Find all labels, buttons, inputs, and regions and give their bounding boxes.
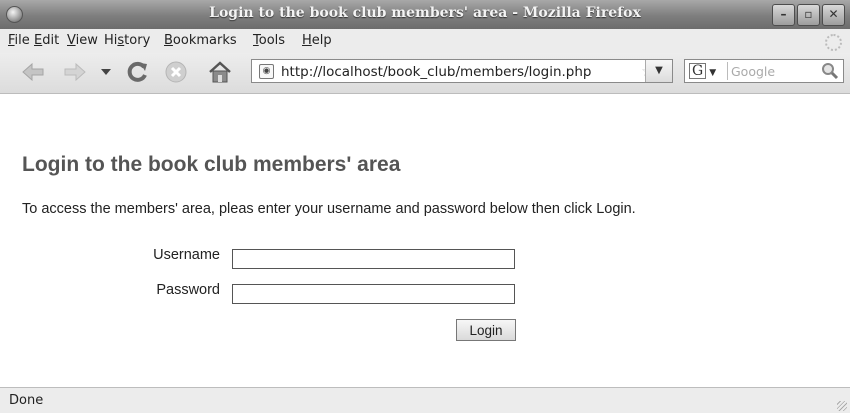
url-text[interactable]: http://localhost/book_club/members/login… [281, 64, 592, 80]
window-title: Login to the book club members' area - M… [209, 5, 641, 21]
minimize-icon: – [780, 7, 787, 21]
menu-bookmarks-accel: B [164, 33, 173, 48]
close-icon: ✕ [828, 7, 839, 21]
menu-view-rest: iew [75, 33, 98, 48]
menu-help-accel: H [302, 33, 312, 48]
menu-bookmarks[interactable]: Bookmarks [164, 33, 237, 48]
window-titlebar[interactable]: Login to the book club members' area - M… [0, 0, 850, 30]
search-engine-logo: G [689, 63, 707, 79]
status-bar: Done [0, 387, 850, 413]
back-icon [22, 63, 44, 81]
intro-text: To access the members' area, pleas enter… [22, 201, 636, 217]
search-engine-button[interactable]: G ▼ [687, 62, 728, 80]
menu-view[interactable]: View [67, 33, 98, 48]
menu-bookmarks-rest: ookmarks [172, 33, 237, 48]
forward-button[interactable] [62, 59, 88, 85]
maximize-icon: ▫ [804, 7, 813, 21]
url-bar[interactable]: ◉ http://localhost/book_club/members/log… [251, 59, 673, 83]
home-button[interactable] [207, 59, 233, 85]
username-label: Username [153, 247, 220, 263]
menu-tools[interactable]: Tools [253, 33, 285, 48]
search-bar[interactable]: G ▼ Google [684, 59, 844, 83]
stop-icon [165, 61, 187, 83]
menu-edit-rest: dit [42, 33, 60, 48]
navigation-toolbar: ◉ http://localhost/book_club/members/log… [0, 53, 850, 94]
minimize-button[interactable]: – [772, 4, 795, 26]
history-dropdown-button[interactable] [93, 59, 119, 85]
maximize-button[interactable]: ▫ [797, 4, 820, 26]
back-button[interactable] [20, 59, 46, 85]
throbber-icon [825, 34, 842, 51]
menu-file-rest: ile [14, 33, 30, 48]
resize-grip-icon[interactable] [837, 401, 847, 411]
search-input[interactable]: Google [731, 64, 775, 79]
menu-bar: File Edit View History Bookmarks Tools H… [0, 29, 850, 53]
chevron-down-icon: ▼ [655, 65, 663, 76]
menu-history-pre: Hi [104, 33, 118, 48]
password-field[interactable] [232, 284, 515, 304]
menu-edit-accel: E [34, 33, 43, 48]
magnifier-icon [822, 63, 839, 80]
menu-help-rest: elp [311, 33, 332, 48]
search-engine-dropdown-icon: ▼ [709, 68, 717, 78]
menu-history[interactable]: History [104, 33, 150, 48]
menu-help[interactable]: Help [302, 33, 332, 48]
reload-icon [127, 61, 147, 82]
url-dropdown-button[interactable]: ▼ [645, 60, 672, 82]
menu-view-accel: V [67, 33, 76, 48]
site-identity-icon[interactable]: ◉ [259, 64, 274, 79]
menu-file[interactable]: File [8, 33, 30, 48]
page-title: Login to the book club members' area [22, 153, 401, 176]
reload-button[interactable] [125, 59, 151, 85]
search-go-button[interactable] [821, 62, 839, 84]
home-icon [209, 61, 231, 83]
page-content: Login to the book club members' area To … [0, 94, 850, 386]
menu-edit[interactable]: Edit [34, 33, 59, 48]
login-button[interactable]: Login [456, 319, 516, 341]
menu-history-rest: tory [124, 33, 151, 48]
password-label: Password [156, 282, 220, 298]
close-button[interactable]: ✕ [822, 4, 845, 26]
stop-button[interactable] [163, 59, 189, 85]
forward-icon [64, 63, 86, 81]
username-field[interactable] [232, 249, 515, 269]
status-text: Done [9, 393, 44, 408]
menu-tools-rest: ools [258, 33, 286, 48]
history-dropdown-icon [101, 69, 111, 75]
